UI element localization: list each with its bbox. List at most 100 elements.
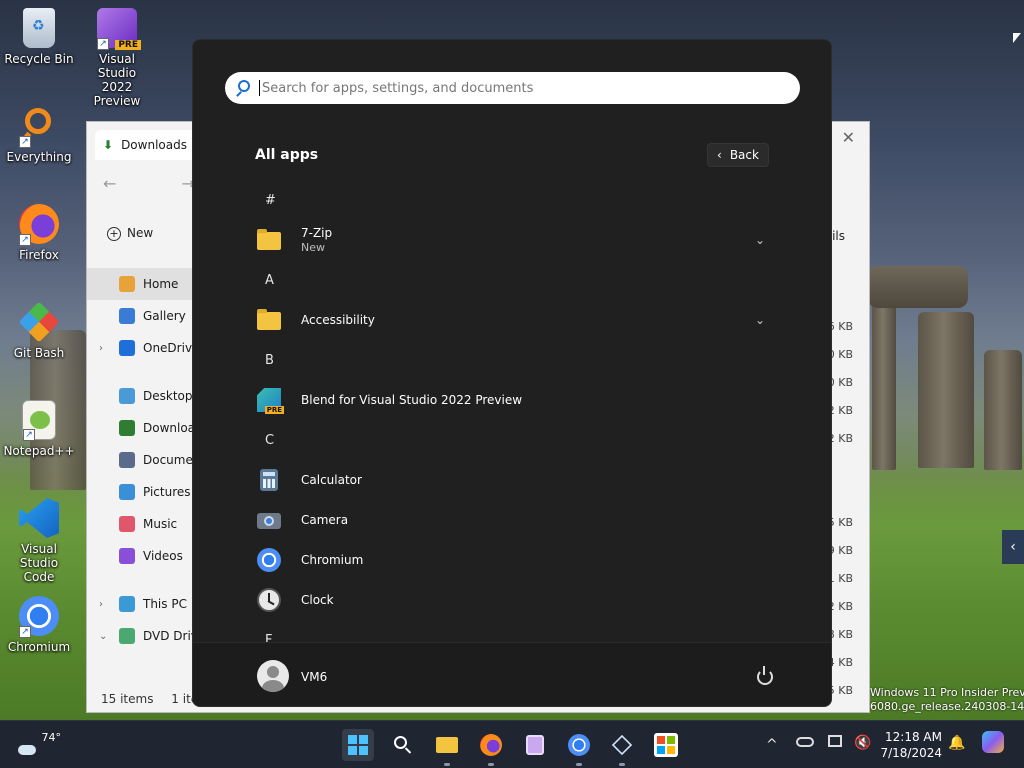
notepad-icon [526,735,544,755]
start-menu[interactable]: All apps ‹ Back #7-ZipNew⌄AAccessibility… [192,39,832,707]
taskbar-virtualbox[interactable] [606,729,638,766]
sidebar-item-music[interactable]: Music [87,508,193,540]
desktop-icon-visual-studio-preview[interactable]: PRE ↗ Visual Studio 2022 Preview [81,8,153,108]
sidebar-item-home[interactable]: Home [87,268,193,300]
app-item-chromium[interactable]: Chromium [243,540,783,580]
status-item-count: 15 items [101,692,154,706]
explorer-tab-title: Downloads [121,138,187,152]
new-button[interactable]: + New [107,226,153,241]
app-item-calculator[interactable]: Calculator [243,460,783,500]
app-name: Clock [301,592,334,607]
desktop-icon-chromium[interactable]: ↗ Chromium [3,596,75,654]
app-name: Calculator [301,472,362,487]
notepadpp-icon: ↗ [22,400,56,441]
letter-header[interactable]: B [243,340,783,380]
app-name: 7-Zip [301,226,333,240]
taskbar-clock[interactable]: 12:18 AM 7/18/2024 [880,729,942,761]
desktop-icon-label: Git Bash [13,346,65,360]
desktop-icon-label: Firefox [19,248,59,262]
dvd-drive-icon [119,628,135,644]
power-icon[interactable] [757,666,773,685]
camera-icon [257,508,281,532]
details-button-fragment[interactable]: ils [832,229,845,243]
chevron-icon[interactable]: ⌄ [99,631,107,642]
back-button-label: Back [729,148,759,162]
app-name: Camera [301,512,349,527]
copilot-icon[interactable] [982,731,1004,757]
sidebar-item-pictures[interactable]: Pictures [87,476,193,508]
start-footer: VM6 [193,642,831,706]
taskbar-search-button[interactable] [387,729,419,761]
sidebar-item-label: Home [143,277,179,291]
search-input[interactable] [262,80,762,96]
sidebar-item-this-pc[interactable]: › This PC [87,588,193,620]
app-subtitle: New [301,241,325,254]
chevron-icon[interactable]: › [99,343,103,354]
firefox-icon: ↗ [19,204,59,246]
chevron-icon[interactable]: › [99,599,103,610]
sidebar-item-label: Documents [143,453,193,467]
network-icon[interactable] [828,735,842,751]
taskbar-file-explorer[interactable] [431,729,463,766]
chromium-icon [257,548,281,572]
close-icon[interactable]: ✕ [842,128,855,147]
desktop-icon-firefox[interactable]: ↗ Firefox [3,204,75,262]
sidebar-item-videos[interactable]: Videos [87,540,193,572]
letter-header[interactable]: # [243,180,783,220]
volume-muted-icon[interactable]: 🔇 [854,735,871,751]
sidebar-item-gallery[interactable]: Gallery [87,300,193,332]
chevron-left-icon[interactable]: ‹ [1002,530,1024,564]
sidebar-item-onedrive[interactable]: › OneDrive [87,332,193,364]
desktop-icon-everything[interactable]: ↗ Everything [3,106,75,164]
desktop-icon-vscode[interactable]: Visual Studio Code [3,498,75,584]
sidebar-item-label: Gallery [143,309,186,323]
clock-time: 12:18 AM [885,730,942,744]
letter-header[interactable]: A [243,260,783,300]
sidebar-item-downloads[interactable]: Downloads [87,412,193,444]
firefox-icon [480,734,502,756]
recycle-bin-icon: ♻ [23,8,55,48]
wallpaper-stone [918,312,974,468]
gallery-icon [119,308,135,324]
taskbar: 74° ^ 🔇 12:18 AM 7/18/2024 🔔 [0,720,1024,768]
letter-header[interactable]: C [243,420,783,460]
tray-overflow-chevron-icon[interactable]: ^ [766,737,778,753]
sidebar-item-dvd-drive[interactable]: ⌄ DVD Drive [87,620,193,652]
onedrive-cloud-icon[interactable] [796,735,814,751]
sidebar-item-desktop[interactable]: Desktop [87,380,193,412]
start-search-box[interactable] [225,72,800,104]
user-avatar[interactable] [257,660,289,692]
visual-studio-icon: PRE ↗ [97,8,141,50]
start-button[interactable] [342,729,374,761]
sidebar-item-label: This PC [143,597,187,611]
taskbar-store[interactable] [650,729,682,761]
taskbar-notepad[interactable] [519,729,551,761]
app-item-accessibility[interactable]: Accessibility ⌄ [243,300,783,340]
app-item-clock[interactable]: Clock [243,580,783,620]
plus-circle-icon: + [107,227,121,241]
app-item-blend-for-visual-studio-2022-preview[interactable]: PRE Blend for Visual Studio 2022 Preview [243,380,783,420]
chevron-down-icon[interactable]: ⌄ [755,233,765,247]
desktop-icon-git-bash[interactable]: Git Bash [3,301,75,360]
weather-widget[interactable]: 74° [18,731,61,755]
desktop-icon-label: Notepad++ [3,444,75,458]
documents-icon [119,452,135,468]
notification-bell-icon[interactable]: 🔔 [948,735,965,751]
app-name: Accessibility [301,312,375,327]
sidebar-item-documents[interactable]: Documents [87,444,193,476]
user-name[interactable]: VM6 [301,670,327,684]
taskbar-chromium[interactable] [563,729,595,766]
chevron-down-icon[interactable]: ⌄ [755,313,765,327]
explorer-sidebar: Home Gallery › OneDrive Desktop Downloads Docu… [87,268,193,652]
explorer-tab[interactable]: ⬇ Downloads [95,130,205,160]
wallpaper-lintel [868,266,968,308]
mouse-cursor-icon [1013,33,1021,43]
taskbar-firefox[interactable] [475,729,507,766]
desktop-icon-notepadpp[interactable]: ↗ Notepad++ [3,400,75,458]
desktop-icon-recycle-bin[interactable]: ♻ Recycle Bin [3,8,75,66]
app-item-7-zip[interactable]: 7-Zip New ⌄ [243,220,783,260]
sidebar-item-label: Desktop [143,389,193,403]
app-item-camera[interactable]: Camera [243,500,783,540]
back-button[interactable]: ‹ Back [707,143,769,167]
